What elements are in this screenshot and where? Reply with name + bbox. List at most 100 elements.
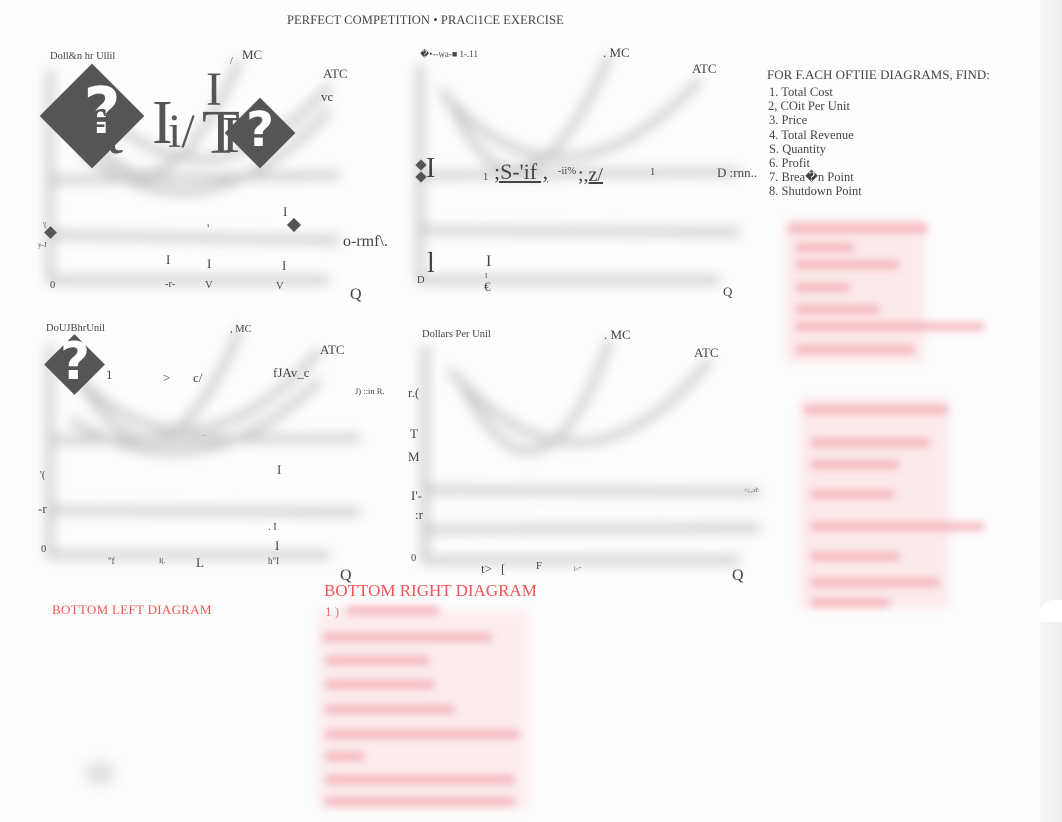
br-x-tick2: [ [501,561,506,576]
br-demand-line [424,486,761,496]
tl-mc-tick: / [230,56,233,67]
bl-atc-curve [67,347,323,434]
tl-avc-label: vc [321,89,334,104]
bl-mc-label: , MC [230,324,252,335]
missing-glyph-question: ? [59,332,91,392]
br-x-tick4: l<" [574,567,582,573]
tr-bar-left: l [427,248,435,279]
tr-bar-mid: I [486,253,492,270]
tr-d-label: D [417,275,425,286]
bl-row-num: 1 [106,367,113,382]
br-caption: BOTTOM RIGHT DIAGRAM [324,581,537,600]
tr-price-row-text2: -ii% [558,166,577,177]
instruction-item: 3. Price [769,113,808,128]
tr-left-big: I [426,153,436,184]
br-atc-label: ATC [694,345,719,360]
bl-avc-label: fJAv_c [273,365,310,380]
tl-x-tick1: -r- [165,279,176,290]
tr-line2 [419,226,741,236]
bl-origin: 0 [41,544,47,555]
tl-line2 [49,171,341,184]
tl-atc-label: ATC [323,66,348,81]
tr-atc-curve [437,77,703,162]
br-left2: T [410,426,418,441]
bl-atc-label: ATC [320,342,345,357]
bl-left2: -r [38,501,47,516]
tl-demand-line [49,231,341,244]
missing-glyph-icon [286,217,302,233]
tr-y-axis-label: �•--wa-■ 1-.11 [420,49,478,59]
br-mc-label: . MC [604,327,631,342]
br-y-axis-label: Dollars Per Unil [422,329,491,340]
bl-x-tick3: L [196,555,204,570]
tl-ocr-big3: i/ [168,105,195,158]
bl-demand-label: J) ::in R. [355,386,385,396]
bl-avc-curve [68,377,323,456]
instruction-item: 2, COit Per Unit [768,99,850,114]
bl-x-tick1: "f [108,556,115,566]
br-origin: 0 [411,553,417,564]
document-page: PERFECT COMPETITION • PRACl1CE EXERCISE … [0,0,1062,822]
bl-x-tick4: h"I [268,556,280,566]
tl-mid-tick: ' [207,221,210,236]
instructions-box: FOR F.ACH OFTIIE DIAGRAMS, FIND: 1. Tota… [767,67,990,199]
bl-caption: BOTTOM LEFT DIAGRAM [52,602,212,617]
missing-glyph-icon [415,171,427,183]
instruction-item: 4. Total Revenue [769,127,854,142]
tl-ocr-big1: ft [85,99,123,167]
tl-y-axis-label: Doll&n hr Ullil [50,51,116,62]
tr-mc-label: . MC [603,45,630,60]
instructions-list: 1. Total Cost 2, COit Per Unit 3. Price … [768,85,990,199]
br-x-axis-label: Q [732,567,744,584]
br-demand-label: <;.,.rl\ [744,488,759,494]
tl-mid-bar4: I [282,258,287,273]
instruction-item: 7. Brea�n Point [769,170,854,185]
tr-atc-label: ATC [692,61,717,76]
tr-price-row-text3: ;,z/ [578,164,603,186]
bl-line2 [49,506,361,516]
tr-demand-label: D :rnn.. [717,165,758,180]
tl-x-tick2: V [205,280,213,291]
bl-row-gt: > [163,370,171,385]
bl-dots: .. [203,432,206,438]
tl-mid-bar3: I [207,256,212,271]
bl-left1: '( [40,470,46,481]
tr-price-row-num2: 1 [650,167,656,178]
page-edge-notch [1040,600,1062,622]
document-title: PERFECT COMPETITION • PRACl1CE EXERCISE [287,13,564,27]
bl-bar3: I [275,538,280,553]
tl-mid-bar1: I [283,204,288,219]
missing-glyph-question: ? [246,102,274,158]
tl-demand-label: o-rmf\. [343,233,388,250]
br-left5: :r [415,507,423,522]
br-mc-curve [456,338,614,455]
tl-left-small1: '( [43,221,47,229]
br-y-axis [421,345,740,564]
instructions-heading: FOR F.ACH OFTIIE DIAGRAMS, FIND: [767,67,990,82]
br-atc-curve [447,357,713,447]
tl-x-tick3: V [276,281,284,292]
scan-smudge [85,762,115,784]
bl-bar1: I [277,462,282,477]
tr-price-row-num: 1 [483,172,489,183]
tr-euro: € [484,279,491,294]
bl-mc-curve [76,328,244,443]
br-left3: M [408,449,420,464]
br-x-tick3: F [536,561,542,572]
tl-mid-bar2: I [166,252,171,267]
tr-mc-curve [446,53,614,174]
br-left4: I'- [411,488,423,503]
br-line2 [424,524,761,534]
page-edge [1040,0,1062,822]
instruction-item: 6. Profit [769,156,810,171]
instruction-item: 1. Total Cost [769,85,833,99]
br-x-tick1: t> [481,561,492,576]
bl-x-tick2: I(. [159,557,166,565]
tl-origin: 0 [50,280,56,291]
tl-left-small2: y-J [38,241,47,249]
tr-price-row-text1: ;S-'if , [494,159,549,184]
bl-bar2: . I [268,522,277,533]
missing-glyph-icon [415,159,427,171]
instruction-item: 8. Shutdown Point [769,184,862,199]
tl-mc-label: MC [242,47,263,62]
